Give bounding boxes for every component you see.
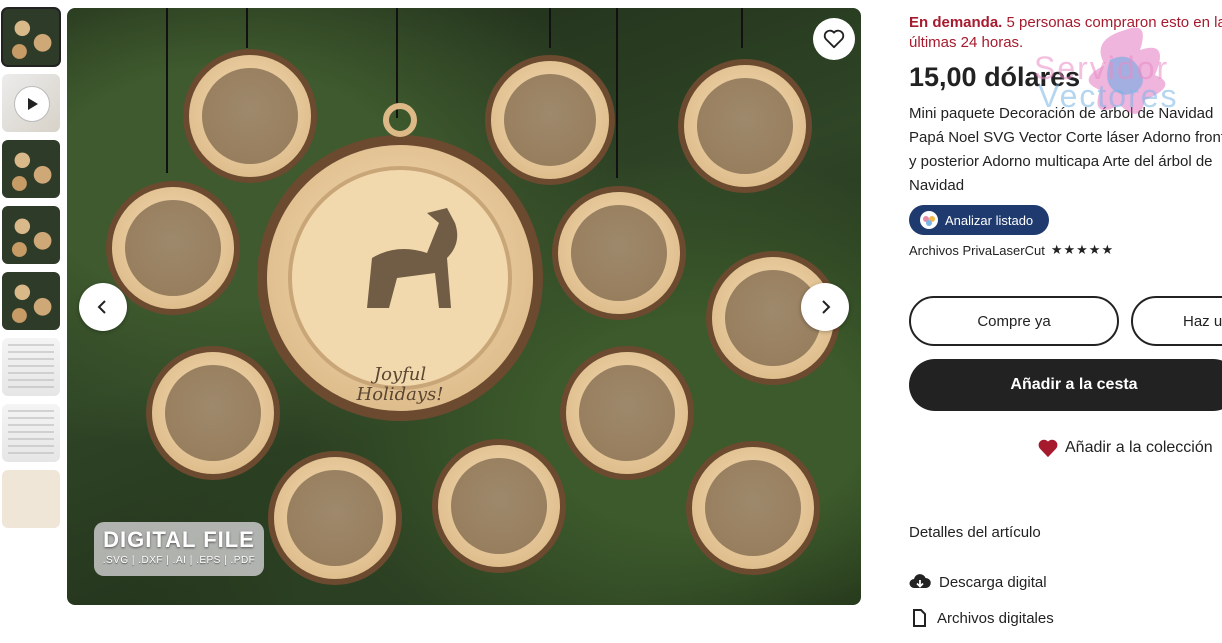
analyze-listing-button[interactable]: Analizar listado	[909, 205, 1049, 235]
file-type-label: Archivos digitales	[937, 609, 1054, 627]
cloud-download-icon	[909, 574, 931, 588]
ornament-illustration: Joyful Holidays!	[106, 8, 840, 585]
next-image-button[interactable]	[801, 283, 849, 331]
badge-formats: .SVG | .DXF | .AI | .EPS | .PDF	[102, 555, 256, 566]
add-to-collection-label: Añadir a la colección	[1065, 439, 1213, 456]
heart-outline-icon	[823, 29, 845, 49]
digital-download-label: Descarga digital	[939, 573, 1047, 591]
thumbnail-8[interactable]	[2, 470, 60, 528]
play-icon	[14, 86, 50, 122]
digital-file-badge: DIGITAL FILE .SVG | .DXF | .AI | .EPS | …	[94, 522, 264, 576]
badge-title: DIGITAL FILE	[103, 527, 255, 552]
make-offer-button[interactable]: Haz una oferta	[1131, 296, 1222, 346]
analyze-label: Analizar listado	[945, 212, 1034, 228]
heart-filled-icon	[1038, 439, 1058, 458]
favorite-button[interactable]	[813, 18, 855, 60]
price: 15,00 dólares	[909, 62, 1081, 92]
seller-row[interactable]: Archivos PrivaLaserCut ★★★★★	[909, 242, 1114, 258]
ornament-text-2: Holidays!	[356, 384, 444, 405]
main-product-image[interactable]: Joyful Holidays! DIGITAL FILE .SVG | .DX…	[67, 8, 861, 605]
file-type-row: Archivos digitales	[909, 608, 1054, 628]
thumbnail-6[interactable]	[2, 338, 60, 396]
thumbnail-video[interactable]	[2, 74, 60, 132]
thumbnail-3[interactable]	[2, 140, 60, 198]
thumbnail-7[interactable]	[2, 404, 60, 462]
thumbnail-4[interactable]	[2, 206, 60, 264]
rating-stars: ★★★★★	[1050, 242, 1115, 257]
demand-notice: En demanda. 5 personas compraron esto en…	[909, 13, 1222, 53]
thumbnail-1[interactable]	[1, 7, 61, 67]
make-offer-label: Haz una oferta	[1183, 312, 1222, 330]
add-to-cart-label: Añadir a la cesta	[1010, 376, 1138, 393]
ornament-text-1: Joyful	[370, 364, 426, 385]
listing-panel: En demanda. 5 personas compraron esto en…	[909, 0, 1222, 643]
chevron-right-icon	[822, 300, 831, 314]
add-to-cart-button[interactable]: Añadir a la cesta	[909, 359, 1222, 411]
chevron-left-icon	[97, 300, 106, 314]
buy-now-label: Compre ya	[977, 312, 1051, 330]
prev-image-button[interactable]	[79, 283, 127, 331]
listing-title: Mini paquete Decoración de árbol de Navi…	[909, 105, 1222, 194]
buy-now-button[interactable]: Compre ya	[909, 296, 1119, 346]
add-to-collection-button[interactable]: Añadir a la colección	[1037, 438, 1213, 458]
details-heading[interactable]: Detalles del artículo	[909, 524, 1041, 541]
file-icon	[913, 609, 926, 627]
demand-label: En demanda.	[909, 14, 1003, 31]
analyze-icon	[920, 211, 938, 229]
seller-name[interactable]: Archivos PrivaLaserCut	[909, 243, 1045, 258]
digital-download-row: Descarga digital	[909, 572, 1047, 592]
thumbnail-5[interactable]	[2, 272, 60, 330]
